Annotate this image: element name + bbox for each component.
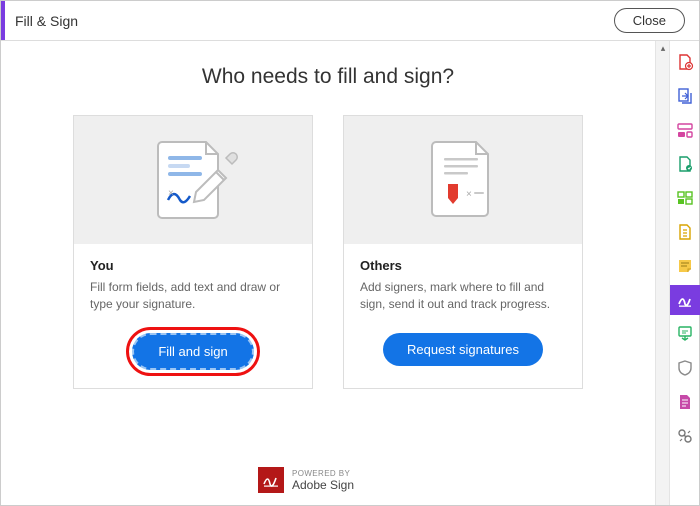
tool-sticky-note-icon[interactable] bbox=[670, 251, 700, 281]
illustration-self-sign: × bbox=[74, 116, 312, 244]
doc-self-sign-icon: × bbox=[138, 134, 248, 226]
tool-more-icon[interactable] bbox=[670, 421, 700, 451]
card-you-title: You bbox=[90, 258, 296, 273]
request-signatures-button[interactable]: Request signatures bbox=[383, 333, 543, 366]
tool-edit-pdf-icon[interactable] bbox=[670, 115, 700, 145]
svg-text:×: × bbox=[168, 188, 174, 199]
powered-by-block: POWERED BY Adobe Sign bbox=[292, 469, 354, 492]
tool-comment-icon[interactable] bbox=[670, 149, 700, 179]
tool-fill-sign-icon[interactable] bbox=[670, 285, 700, 315]
card-others: × Others Add signers, mark where to fill… bbox=[343, 115, 583, 389]
header-accent bbox=[1, 1, 5, 40]
doc-others-sign-icon: × bbox=[418, 134, 508, 226]
card-others-desc: Add signers, mark where to fill and sign… bbox=[360, 279, 566, 321]
tool-compress-icon[interactable] bbox=[670, 217, 700, 247]
tool-create-pdf-icon[interactable] bbox=[670, 47, 700, 77]
close-button[interactable]: Close bbox=[614, 8, 685, 33]
brand-name: Adobe Sign bbox=[292, 478, 354, 492]
card-body-others: Others Add signers, mark where to fill a… bbox=[344, 244, 582, 384]
card-you-desc: Fill form fields, add text and draw or t… bbox=[90, 279, 296, 321]
tool-organize-icon[interactable] bbox=[670, 183, 700, 213]
main-content: Who needs to fill and sign? × You bbox=[1, 41, 655, 505]
svg-text:×: × bbox=[466, 189, 472, 200]
tools-right-rail bbox=[669, 41, 699, 505]
card-you: × You Fill form fields, add text and dra… bbox=[73, 115, 313, 389]
panel-title: Fill & Sign bbox=[15, 13, 78, 29]
page-heading: Who needs to fill and sign? bbox=[1, 65, 655, 89]
card-body-you: You Fill form fields, add text and draw … bbox=[74, 244, 312, 388]
powered-by-label: POWERED BY bbox=[292, 469, 354, 478]
scroll-up-arrow-icon[interactable]: ▴ bbox=[656, 41, 670, 55]
illustration-request-sign: × bbox=[344, 116, 582, 244]
vertical-scrollbar[interactable]: ▴ bbox=[655, 41, 669, 505]
tool-send-for-signature-icon[interactable] bbox=[670, 319, 700, 349]
fill-and-sign-button[interactable]: Fill and sign bbox=[132, 333, 253, 370]
tool-redact-icon[interactable] bbox=[670, 387, 700, 417]
tool-protect-icon[interactable] bbox=[670, 353, 700, 383]
footer-branding: POWERED BY Adobe Sign bbox=[1, 467, 611, 493]
panel-header: Fill & Sign Close bbox=[1, 1, 699, 41]
card-others-title: Others bbox=[360, 258, 566, 273]
tool-export-pdf-icon[interactable] bbox=[670, 81, 700, 111]
option-cards: × You Fill form fields, add text and dra… bbox=[1, 115, 655, 389]
adobe-sign-logo-icon bbox=[258, 467, 284, 493]
